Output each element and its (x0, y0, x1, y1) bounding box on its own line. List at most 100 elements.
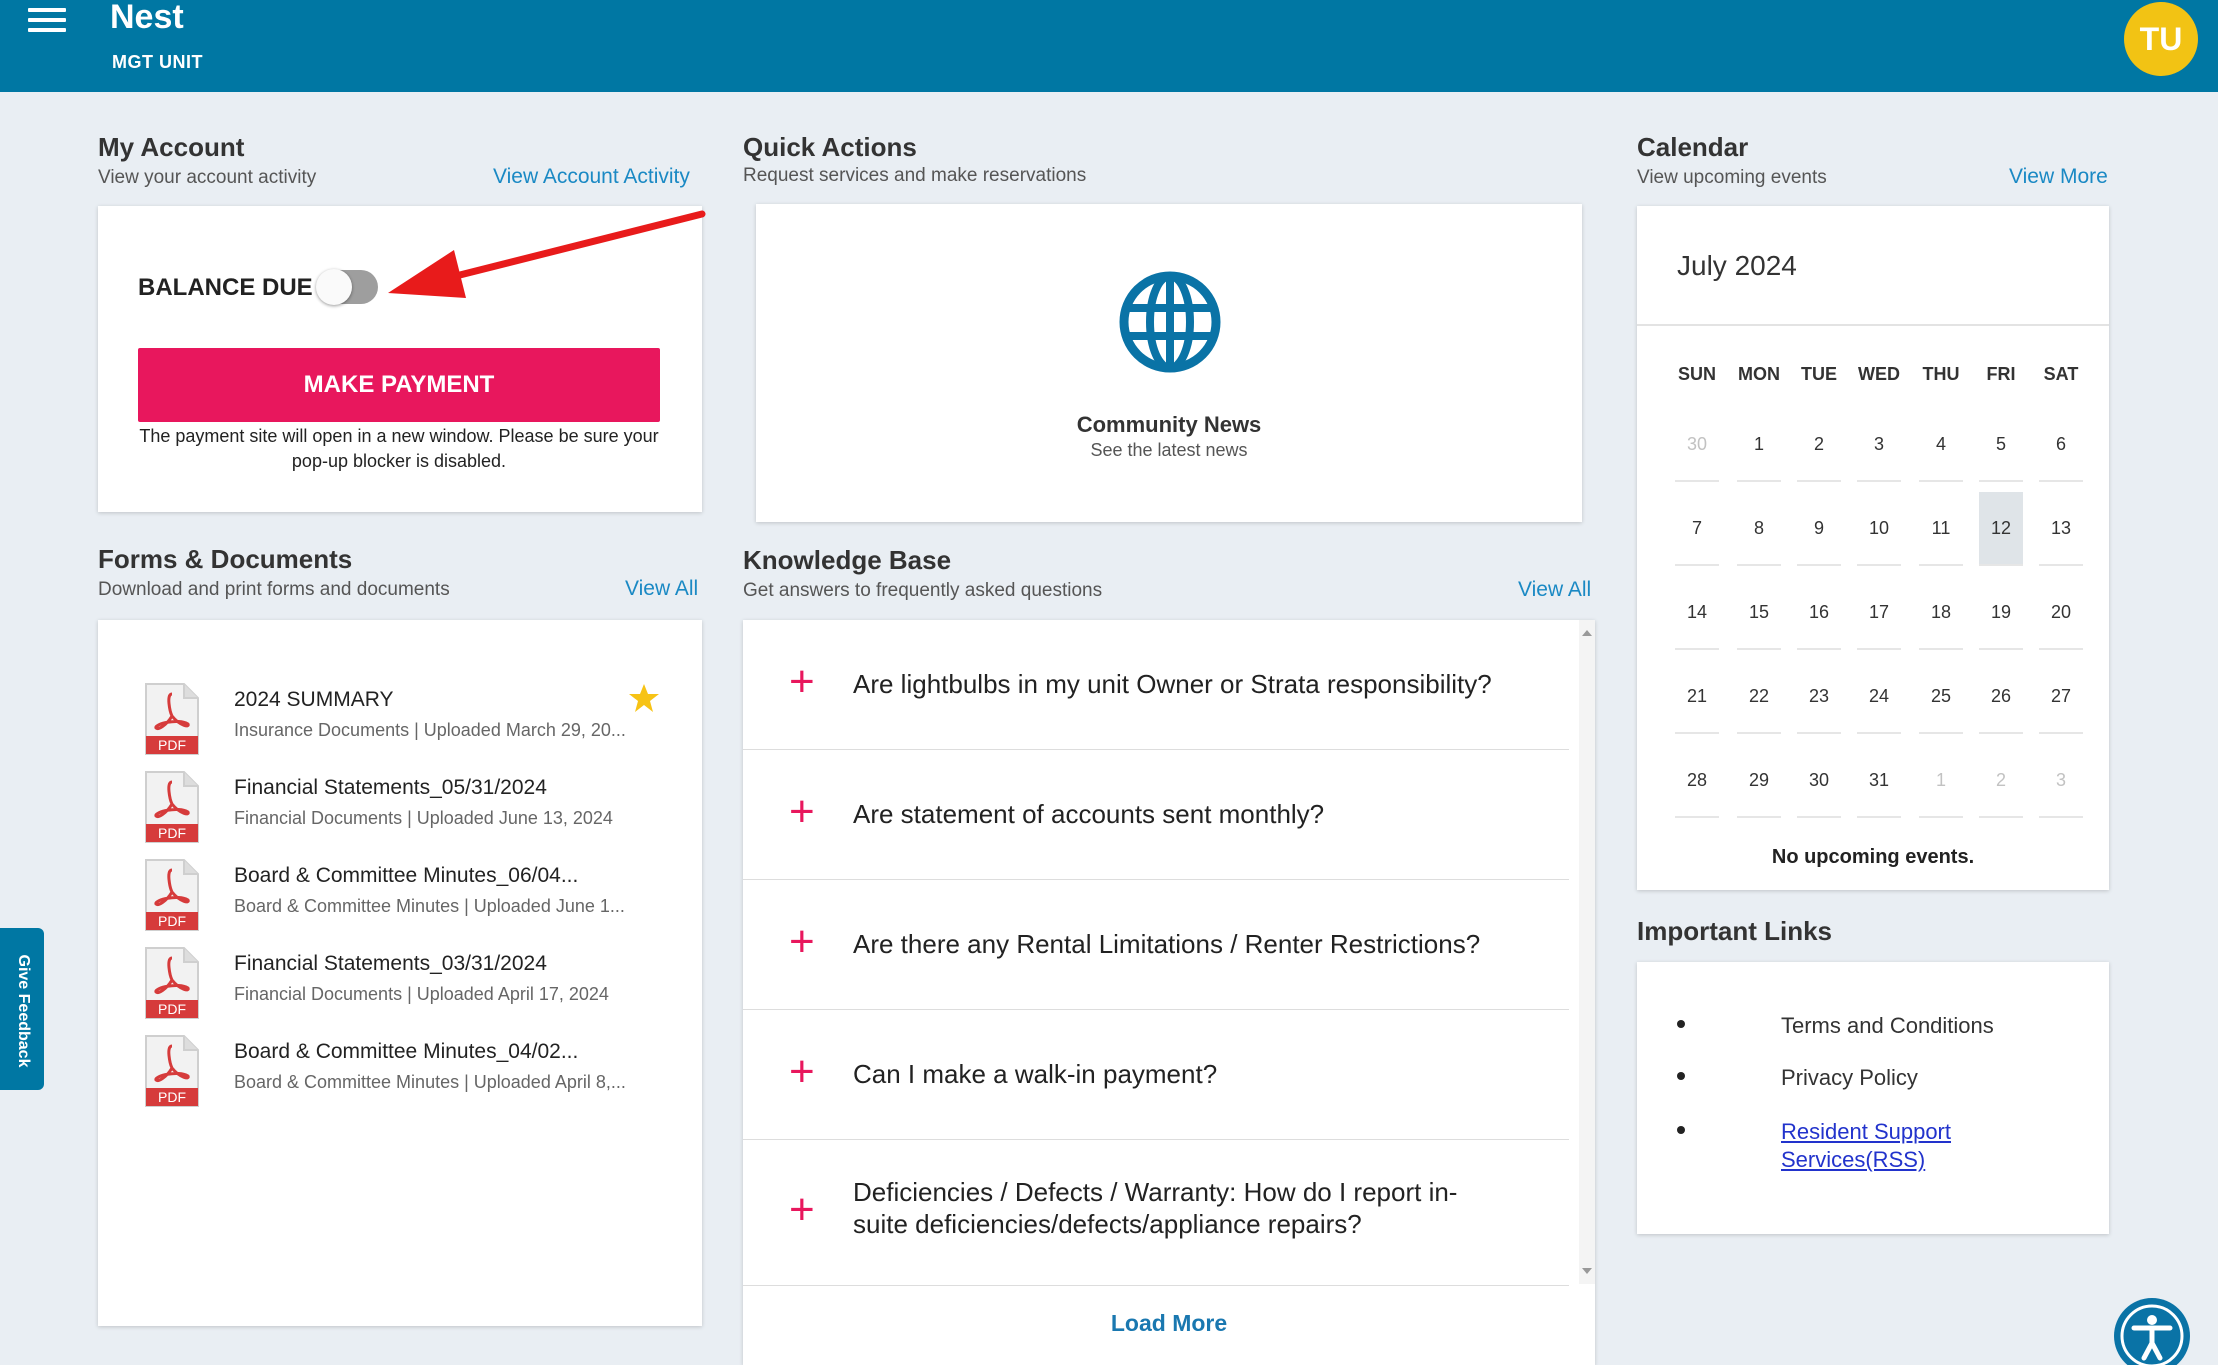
calendar-day[interactable]: 8 (1737, 492, 1781, 566)
weekday-header: TUE (1801, 364, 1837, 384)
calendar-day[interactable]: 25 (1919, 660, 1963, 734)
calendar-day[interactable]: 10 (1857, 492, 1901, 566)
kb-scrollbar[interactable] (1579, 620, 1595, 1284)
calendar-day[interactable]: 16 (1797, 576, 1841, 650)
calendar-day[interactable]: 29 (1737, 744, 1781, 818)
knowledge-base-card: Load More + Are lightbulbs in my unit Own… (743, 620, 1595, 1365)
faq-item[interactable]: + Are statement of accounts sent monthly? (743, 750, 1569, 880)
calendar-day[interactable]: 4 (1919, 408, 1963, 482)
faq-question: Are there any Rental Limitations / Rente… (853, 929, 1481, 959)
calendar-day[interactable]: 11 (1919, 492, 1963, 566)
expand-plus-icon[interactable]: + (789, 790, 815, 834)
document-meta: Board & Committee Minutes | Uploaded Jun… (234, 896, 625, 916)
calendar-day[interactable]: 5 (1979, 408, 2023, 482)
expand-plus-icon[interactable]: + (789, 660, 815, 704)
faq-item[interactable]: + Deficiencies / Defects / Warranty: How … (743, 1140, 1569, 1286)
view-account-activity-link[interactable]: View Account Activity (493, 165, 690, 189)
weekday-header: SAT (2043, 364, 2079, 384)
calendar-day[interactable]: 3 (2039, 744, 2083, 818)
expand-plus-icon[interactable]: + (789, 920, 815, 964)
forms-title: Forms & Documents (98, 544, 353, 574)
calendar-day[interactable]: 1 (1919, 744, 1963, 818)
calendar-day[interactable]: 28 (1675, 744, 1719, 818)
important-link-text: Privacy Policy (1781, 1065, 1918, 1090)
calendar-day[interactable]: 31 (1857, 744, 1901, 818)
calendar-day[interactable]: 20 (2039, 576, 2083, 650)
document-name: 2024 SUMMARY (234, 688, 394, 711)
calendar-day[interactable]: 2 (1797, 408, 1841, 482)
calendar-title: Calendar (1637, 132, 1749, 162)
document-item[interactable]: PDF Financial Statements_03/31/2024 Financ… (98, 946, 702, 1046)
calendar-day[interactable]: 6 (2039, 408, 2083, 482)
community-news-tile[interactable]: Community News See the latest news (756, 204, 1582, 522)
bullet (1677, 1072, 1685, 1080)
calendar-day[interactable]: 30 (1675, 408, 1719, 482)
toggle-knob (316, 269, 352, 305)
avatar[interactable]: TU (2124, 2, 2198, 76)
balance-due-toggle[interactable] (316, 269, 378, 305)
faq-item[interactable]: + Are lightbulbs in my unit Owner or Stra… (743, 620, 1569, 750)
calendar-day[interactable]: 3 (1857, 408, 1901, 482)
calendar-day[interactable]: 1 (1737, 408, 1781, 482)
calendar-day[interactable]: 7 (1675, 492, 1719, 566)
document-item[interactable]: PDF 2024 SUMMARY Insurance Documents | Upl… (98, 682, 702, 782)
calendar-day[interactable]: 30 (1797, 744, 1841, 818)
pdf-type-label: PDF (158, 737, 186, 753)
calendar-card: July 2024 SUN MON TUE WED THU FRI SAT 30 1 2 3 4 5 6 7… (1637, 206, 2109, 890)
faq-question: Deficiencies / Defects / Warranty: How d… (853, 1177, 1458, 1239)
document-item[interactable]: PDF Financial Statements_05/31/2024 Financ… (98, 770, 702, 870)
load-more-button[interactable]: Load More (743, 1310, 1595, 1337)
calendar-day[interactable]: 9 (1797, 492, 1841, 566)
no-events-text: No upcoming events. (1771, 846, 1975, 868)
calendar-day[interactable]: 13 (2039, 492, 2083, 566)
calendar-day[interactable]: 15 (1737, 576, 1781, 650)
scroll-down-arrow-icon[interactable] (1582, 1268, 1592, 1274)
document-name: Financial Statements_05/31/2024 (234, 776, 547, 799)
resident-support-link[interactable]: Resident Support Services(RSS) (1781, 1118, 2021, 1174)
pdf-icon: PDF (144, 770, 200, 844)
community-news-title: Community News (1076, 412, 1262, 437)
faq-item[interactable]: + Can I make a walk-in payment? (743, 1010, 1569, 1140)
balance-due-label: BALANCE DUE (138, 274, 313, 301)
pdf-icon: PDF (144, 858, 200, 932)
app-subtitle: MGT UNIT (112, 52, 203, 72)
knowledge-base-title: Knowledge Base (743, 545, 952, 575)
quick-actions-subtitle: Request services and make reservations (743, 165, 1087, 186)
accessibility-button[interactable] (2114, 1298, 2190, 1365)
calendar-view-more-link[interactable]: View More (2009, 165, 2108, 189)
calendar-day[interactable]: 2 (1979, 744, 2023, 818)
document-item[interactable]: PDF Board & Committee Minutes_06/04... Boa… (98, 858, 702, 958)
calendar-day[interactable]: 17 (1857, 576, 1901, 650)
app-title: Nest (110, 0, 184, 36)
faq-item[interactable]: + Are there any Rental Limitations / Rent… (743, 880, 1569, 1010)
forms-view-all-link[interactable]: View All (625, 577, 698, 601)
knowledge-base-view-all-link[interactable]: View All (1518, 578, 1591, 602)
document-item[interactable]: PDF Board & Committee Minutes_04/02... Boa… (98, 1034, 702, 1134)
accessibility-icon (2120, 1304, 2184, 1365)
expand-plus-icon[interactable]: + (789, 1050, 815, 1094)
calendar-day[interactable]: 14 (1675, 576, 1719, 650)
important-links-card: Terms and Conditions Privacy Policy Reside… (1637, 962, 2109, 1234)
community-news-subtitle: See the latest news (1090, 440, 1248, 460)
calendar-day[interactable]: 19 (1979, 576, 2023, 650)
calendar-day[interactable]: 23 (1797, 660, 1841, 734)
document-meta: Financial Documents | Uploaded April 17,… (234, 984, 609, 1004)
menu-icon[interactable] (28, 8, 66, 36)
expand-plus-icon[interactable]: + (789, 1188, 815, 1232)
calendar-day[interactable]: 22 (1737, 660, 1781, 734)
pdf-type-label: PDF (158, 1089, 186, 1105)
star-icon[interactable] (628, 682, 660, 714)
calendar-day[interactable]: 27 (2039, 660, 2083, 734)
account-card: BALANCE DUE MAKE PAYMENT The payment sit… (98, 206, 702, 512)
bullet (1677, 1126, 1685, 1134)
calendar-day[interactable]: 24 (1857, 660, 1901, 734)
calendar-day[interactable]: 26 (1979, 660, 2023, 734)
calendar-day-today[interactable]: 12 (1979, 492, 2023, 566)
make-payment-button[interactable]: MAKE PAYMENT (138, 348, 660, 422)
calendar-subtitle: View upcoming events (1637, 167, 1827, 188)
calendar-day[interactable]: 18 (1919, 576, 1963, 650)
calendar-day[interactable]: 21 (1675, 660, 1719, 734)
scroll-up-arrow-icon[interactable] (1582, 630, 1592, 636)
give-feedback-tab[interactable]: Give Feedback (0, 928, 44, 1090)
my-account-title: My Account (98, 132, 245, 162)
